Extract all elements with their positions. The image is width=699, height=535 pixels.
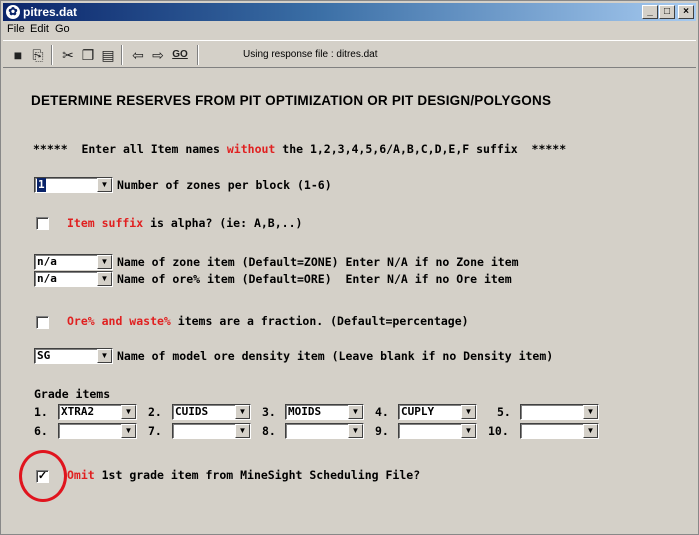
go-icon[interactable]: GO <box>171 46 189 64</box>
app-icon: ✿ <box>6 5 20 19</box>
grade-item-value: MOIDS <box>288 405 322 418</box>
instruction-emphasis: without <box>226 142 276 156</box>
item-suffix-alpha-label: Item suffix is alpha? (ie: A,B,..) <box>67 216 302 230</box>
menu-edit[interactable]: Edit <box>30 23 49 35</box>
grade-item-value: XTRA2 <box>61 405 95 418</box>
grade-item-number: 7. <box>148 424 162 438</box>
chevron-down-icon[interactable]: ▼ <box>97 349 112 363</box>
grade-item-number: 4. <box>375 405 389 419</box>
grade-item-number: 3. <box>262 405 276 419</box>
save-icon[interactable]: ■ <box>9 46 27 64</box>
paste-icon[interactable]: ▤ <box>99 46 117 64</box>
grade-items-title: Grade items <box>34 387 111 401</box>
page-title: DETERMINE RESERVES FROM PIT OPTIMIZATION… <box>31 93 552 108</box>
grade-item-number: 10. <box>488 424 509 438</box>
grade-item-4-select[interactable]: CUPLY ▼ <box>398 404 477 420</box>
grade-item-value: CUIDS <box>175 405 209 418</box>
grade-item-number: 6. <box>34 424 48 438</box>
grade-item-number: 8. <box>262 424 276 438</box>
chevron-down-icon[interactable]: ▼ <box>121 424 136 438</box>
ore-item-select[interactable]: n/a ▼ <box>34 271 113 287</box>
grade-item-9-select[interactable]: ▼ <box>398 423 477 439</box>
item-suffix-label-rest: is alpha? (ie: A,B,..) <box>143 216 303 230</box>
ore-item-label: Name of ore% item (Default=ORE) Enter N/… <box>117 272 512 286</box>
close-button[interactable]: × <box>678 5 694 19</box>
grade-item-number: 5. <box>497 405 511 419</box>
omit-label-rest: 1st grade item from MineSight Scheduling… <box>94 468 421 482</box>
instruction-prefix: ***** Enter all Item names <box>33 142 227 156</box>
omit-first-grade-label: Omit 1st grade item from MineSight Sched… <box>67 468 420 482</box>
instruction-text: ***** Enter all Item names without the 1… <box>33 142 566 156</box>
chevron-down-icon[interactable]: ▼ <box>121 405 136 419</box>
menu-file[interactable]: File <box>7 23 25 35</box>
response-file-label: Using response file : ditres.dat <box>243 49 378 60</box>
forward-arrow-icon[interactable]: ⇨ <box>149 46 167 64</box>
zone-item-select[interactable]: n/a ▼ <box>34 254 113 270</box>
chevron-down-icon[interactable]: ▼ <box>583 405 598 419</box>
toolbar-separator <box>121 45 123 65</box>
grade-item-5-select[interactable]: ▼ <box>520 404 599 420</box>
chevron-down-icon[interactable]: ▼ <box>461 424 476 438</box>
copy-icon[interactable]: ❐ <box>79 46 97 64</box>
chevron-down-icon[interactable]: ▼ <box>97 178 112 192</box>
item-suffix-label-red: Item suffix <box>67 216 144 230</box>
fraction-label-red: Ore% and waste% <box>67 314 171 328</box>
fraction-label-rest: items are a fraction. (Default=percentag… <box>170 314 469 328</box>
grade-item-number: 2. <box>148 405 162 419</box>
menu-go[interactable]: Go <box>55 23 70 35</box>
title-bar: ✿ pitres.dat _ □ × <box>3 3 696 21</box>
open-icon[interactable]: ⎘ <box>29 46 47 64</box>
grade-item-3-select[interactable]: MOIDS ▼ <box>285 404 364 420</box>
app-window: ✿ pitres.dat _ □ × File Edit Go ■ ⎘ ✂ ❐ … <box>0 0 699 535</box>
instruction-suffix: the 1,2,3,4,5,6/A,B,C,D,E,F suffix ***** <box>275 142 567 156</box>
zones-per-block-select[interactable]: 1 ▼ <box>34 177 113 193</box>
chevron-down-icon[interactable]: ▼ <box>461 405 476 419</box>
back-arrow-icon[interactable]: ⇦ <box>129 46 147 64</box>
highlight-circle-annotation <box>19 450 67 502</box>
grade-item-value: CUPLY <box>401 405 435 418</box>
toolbar: ■ ⎘ ✂ ❐ ▤ ⇦ ⇨ GO Using response file : d… <box>3 40 696 68</box>
grade-item-7-select[interactable]: ▼ <box>172 423 251 439</box>
grade-item-6-select[interactable]: ▼ <box>58 423 137 439</box>
item-suffix-alpha-checkbox[interactable] <box>36 217 49 230</box>
zones-per-block-value: 1 <box>37 178 46 192</box>
chevron-down-icon[interactable]: ▼ <box>348 405 363 419</box>
zone-item-value: n/a <box>37 255 57 268</box>
grade-item-1-select[interactable]: XTRA2 ▼ <box>58 404 137 420</box>
toolbar-separator <box>197 45 199 65</box>
omit-label-red: Omit <box>67 468 95 482</box>
grade-item-8-select[interactable]: ▼ <box>285 423 364 439</box>
maximize-button[interactable]: □ <box>659 5 675 19</box>
grade-item-number: 9. <box>375 424 389 438</box>
chevron-down-icon[interactable]: ▼ <box>348 424 363 438</box>
chevron-down-icon[interactable]: ▼ <box>97 255 112 269</box>
grade-item-10-select[interactable]: ▼ <box>520 423 599 439</box>
fraction-label: Ore% and waste% items are a fraction. (D… <box>67 314 469 328</box>
toolbar-separator <box>51 45 53 65</box>
minimize-button[interactable]: _ <box>642 5 658 19</box>
menu-bar: File Edit Go <box>3 22 696 38</box>
grade-item-2-select[interactable]: CUIDS ▼ <box>172 404 251 420</box>
zone-item-label: Name of zone item (Default=ZONE) Enter N… <box>117 255 519 269</box>
density-item-value: SG <box>37 349 51 362</box>
cut-icon[interactable]: ✂ <box>59 46 77 64</box>
chevron-down-icon[interactable]: ▼ <box>235 424 250 438</box>
chevron-down-icon[interactable]: ▼ <box>235 405 250 419</box>
window-title: pitres.dat <box>23 5 78 19</box>
chevron-down-icon[interactable]: ▼ <box>97 272 112 286</box>
density-item-select[interactable]: SG ▼ <box>34 348 113 364</box>
ore-item-value: n/a <box>37 272 57 285</box>
zones-per-block-label: Number of zones per block (1-6) <box>117 178 332 192</box>
density-item-label: Name of model ore density item (Leave bl… <box>117 349 554 363</box>
fraction-checkbox[interactable] <box>36 316 49 329</box>
chevron-down-icon[interactable]: ▼ <box>583 424 598 438</box>
grade-item-number: 1. <box>34 405 48 419</box>
